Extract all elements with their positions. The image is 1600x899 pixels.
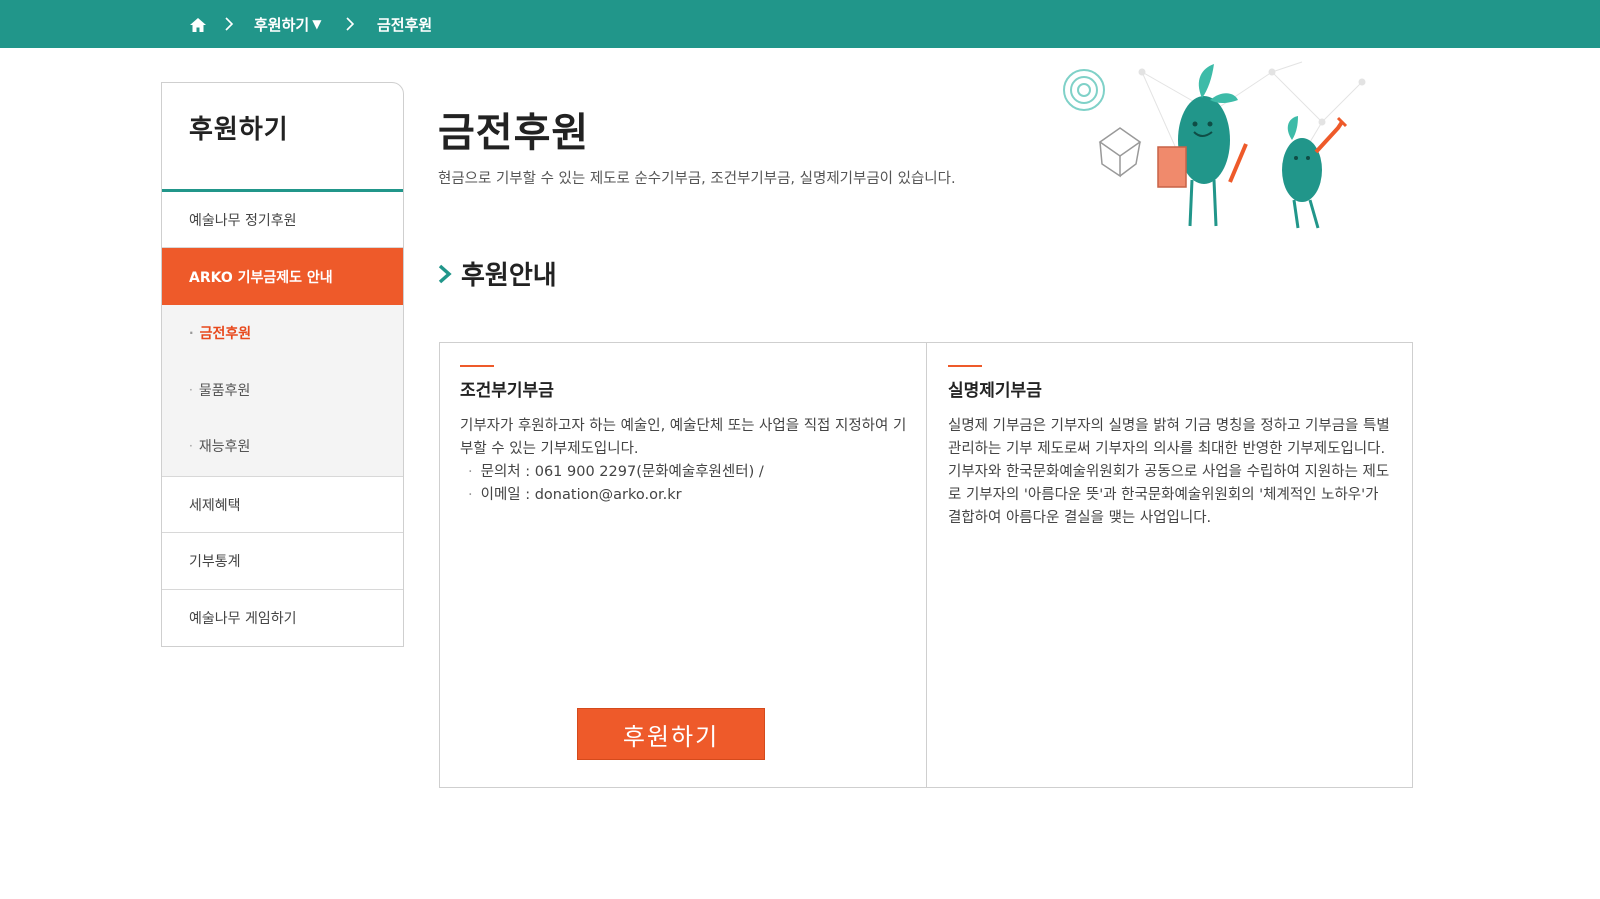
- sidebar-title: 후원하기: [189, 115, 289, 145]
- bullet-dot: ·: [189, 383, 193, 397]
- sidebar-subitem-goods-donation[interactable]: · 물품후원: [162, 362, 403, 418]
- chevron-right-icon: [438, 264, 452, 283]
- dropdown-arrow-icon[interactable]: ▼: [312, 17, 321, 31]
- sidebar-item-tax-benefits[interactable]: 세제혜택: [162, 477, 403, 533]
- column-accent-line: [948, 365, 982, 367]
- sidebar-subitem-label: 금전후원: [199, 326, 252, 342]
- page-description: 현금으로 기부할 수 있는 제도로 순수기부금, 조건부기부금, 실명제기부금이…: [438, 171, 956, 187]
- breadcrumb-item-current[interactable]: 금전후원: [377, 0, 432, 48]
- bullet-dot: ·: [189, 439, 193, 453]
- bullet-dot: ·: [468, 464, 473, 480]
- mascot-illustration: [1063, 61, 1366, 229]
- page-title: 금전후원: [438, 110, 590, 156]
- column-body: 기부자가 후원하고자 하는 예술인, 예술단체 또는 사업을 직접 지정하여 기…: [460, 415, 912, 507]
- donate-button[interactable]: 후원하기: [577, 708, 765, 760]
- section-title: 후원안내: [461, 261, 557, 291]
- sidebar-subitem-talent-donation[interactable]: · 재능후원: [162, 418, 403, 474]
- sidebar-item-game[interactable]: 예술나무 게임하기: [162, 590, 403, 646]
- column-title: 실명제기부금: [948, 381, 1042, 401]
- sidebar-submenu: · 금전후원 · 물품후원 · 재능후원: [162, 305, 403, 477]
- breadcrumb-label: 후원하기: [254, 15, 310, 34]
- contact-phone: · 문의처 : 061 900 2297(문화예술후원센터) /: [460, 461, 912, 484]
- column-text-secondary: 기부자와 한국문화예술위원회가 공동으로 사업을 수립하여 지원하는 제도로 기…: [948, 464, 1390, 526]
- sidebar-item-donation-stats[interactable]: 기부통계: [162, 533, 403, 590]
- sidebar-subitem-label: 재능후원: [198, 439, 251, 455]
- sidebar-subitem-label: 물품후원: [198, 383, 251, 399]
- home-icon[interactable]: [189, 17, 207, 33]
- chevron-right-icon: [346, 17, 355, 31]
- chevron-right-icon: [225, 17, 234, 31]
- sidebar: 후원하기 예술나무 정기후원 ARKO 기부금제도 안내 · 금전후원 · 물품후원…: [161, 82, 404, 647]
- sidebar-item-regular-donation[interactable]: 예술나무 정기후원: [162, 192, 403, 248]
- sidebar-item-arko-donation-guide[interactable]: ARKO 기부금제도 안내: [162, 248, 403, 305]
- panel-divider: [926, 343, 927, 787]
- bullet-dot: ·: [468, 487, 473, 503]
- column-body: 실명제 기부금은 기부자의 실명을 밝혀 기금 명칭을 정하고 기부금을 특별관…: [948, 415, 1393, 530]
- breadcrumb-item-donate[interactable]: 후원하기 ▼: [254, 0, 321, 48]
- column-text: 기부자가 후원하고자 하는 예술인, 예술단체 또는 사업을 직접 지정하여 기…: [460, 418, 907, 457]
- column-accent-line: [460, 365, 494, 367]
- contact-phone-text: 문의처 : 061 900 2297(문화예술후원센터) /: [480, 464, 764, 480]
- sidebar-subitem-cash-donation[interactable]: · 금전후원: [162, 305, 403, 361]
- contact-email-text: 이메일 : donation@arko.or.kr: [480, 487, 682, 503]
- contact-email[interactable]: · 이메일 : donation@arko.or.kr: [460, 484, 912, 507]
- column-text: 실명제 기부금은 기부자의 실명을 밝혀 기금 명칭을 정하고 기부금을 특별관…: [948, 418, 1390, 457]
- bullet-dot: ·: [189, 326, 194, 340]
- column-title: 조건부기부금: [460, 381, 554, 401]
- top-navigation-bar: 후원하기 ▼ 금전후원: [0, 0, 1600, 48]
- section-header: 후원안내: [437, 255, 557, 292]
